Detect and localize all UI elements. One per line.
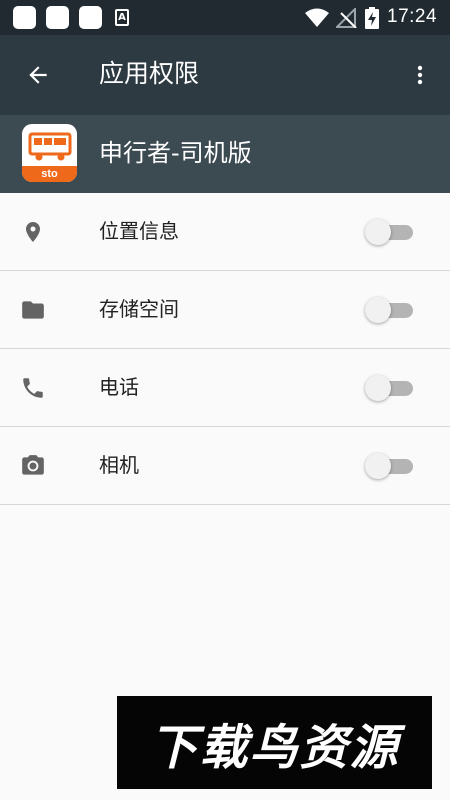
app-header: sto 申行者-司机版 [0, 115, 450, 193]
permission-label: 相机 [99, 453, 139, 477]
permission-label: 位置信息 [99, 219, 179, 243]
watermark-text: 下载鸟资源 [149, 719, 400, 776]
permission-row-phone[interactable]: 电话 [0, 349, 450, 427]
notification-icon [79, 6, 102, 29]
permission-row-camera[interactable]: 相机 [0, 427, 450, 505]
app-name: 申行者-司机版 [99, 139, 252, 167]
watermark: 下载鸟资源 [117, 696, 432, 789]
camera-toggle[interactable] [365, 453, 415, 479]
location-pin-icon [18, 218, 48, 246]
toolbar: 应用权限 [0, 35, 450, 115]
permission-list: 位置信息 存储空间 电话 相机 [0, 193, 450, 505]
notification-icon [13, 6, 36, 29]
app-icon: sto [22, 124, 77, 182]
storage-toggle[interactable] [365, 297, 415, 323]
phone-toggle[interactable] [365, 375, 415, 401]
phone-icon [18, 374, 48, 402]
page-title: 应用权限 [99, 59, 200, 88]
battery-charging-icon [365, 7, 379, 29]
no-signal-icon [336, 8, 357, 28]
permission-row-location[interactable]: 位置信息 [0, 193, 450, 271]
toggle-thumb [365, 453, 391, 479]
wifi-icon [305, 8, 329, 27]
toggle-thumb [365, 219, 391, 245]
truck-icon [28, 132, 72, 161]
folder-icon [18, 296, 48, 324]
permission-label: 存储空间 [99, 297, 179, 321]
more-options-button[interactable] [402, 55, 438, 95]
back-button[interactable] [18, 55, 58, 95]
permission-row-storage[interactable]: 存储空间 [0, 271, 450, 349]
camera-icon [18, 452, 48, 480]
toggle-thumb [365, 375, 391, 401]
notification-icon [46, 6, 69, 29]
more-vert-icon [417, 65, 423, 85]
app-icon-label: sto [22, 166, 77, 182]
a-notification-icon: A [115, 9, 129, 26]
clock: 17:24 [387, 6, 438, 27]
status-bar: A 17:24 [0, 0, 450, 35]
location-toggle[interactable] [365, 219, 415, 245]
arrow-back-icon [29, 66, 47, 84]
toggle-thumb [365, 297, 391, 323]
permission-label: 电话 [99, 375, 139, 399]
